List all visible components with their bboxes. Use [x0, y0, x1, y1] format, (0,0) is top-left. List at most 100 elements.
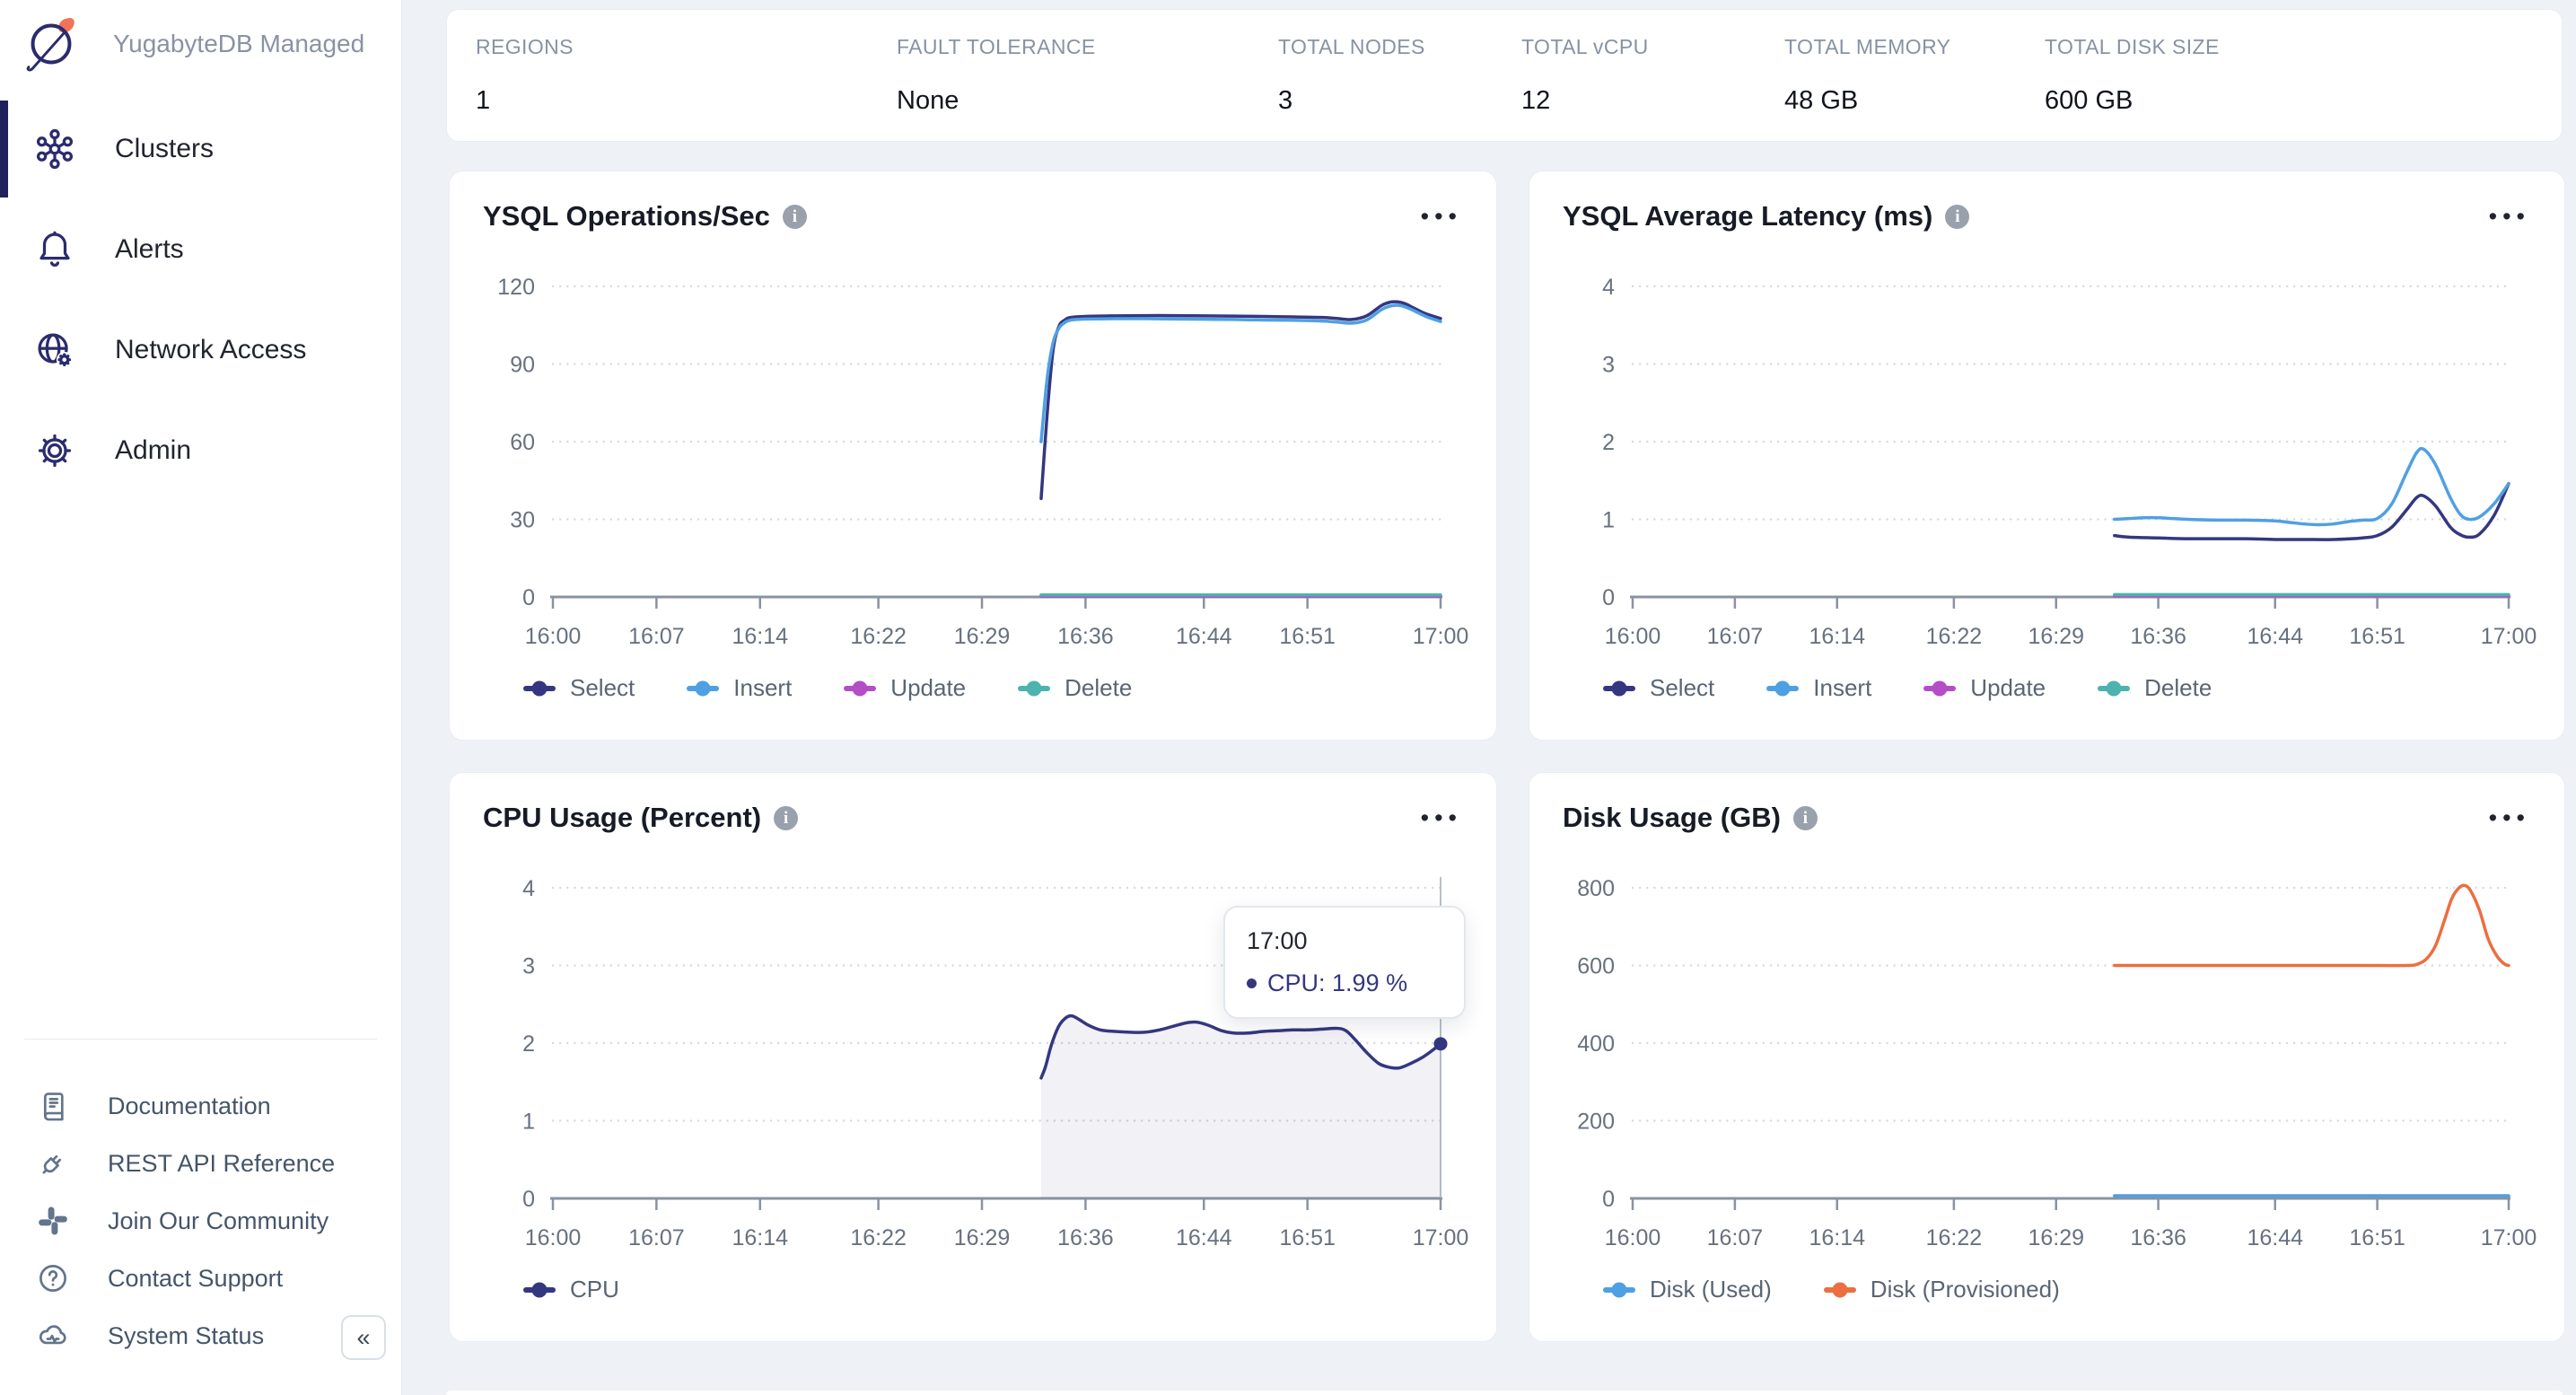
sidebar-item-alerts[interactable]: Alerts — [0, 199, 401, 300]
chart-menu-icon[interactable]: ••• — [1421, 809, 1462, 827]
sidebar-item-label: Documentation — [108, 1092, 271, 1120]
series-dot-icon — [1247, 978, 1257, 988]
legend-item[interactable]: CPU — [523, 1276, 619, 1303]
legend-marker-icon — [1766, 686, 1799, 691]
tooltip-value: CPU: 1.99 % — [1267, 969, 1407, 997]
info-icon[interactable]: i — [783, 205, 807, 229]
legend-item[interactable]: Select — [1603, 674, 1714, 702]
svg-text:16:51: 16:51 — [2349, 624, 2405, 649]
legend-item[interactable]: Select — [523, 674, 635, 702]
sidebar-item-documentation[interactable]: Documentation — [0, 1077, 401, 1135]
info-icon[interactable]: i — [774, 806, 798, 830]
svg-text:16:44: 16:44 — [1176, 1225, 1232, 1250]
legend-item[interactable]: Disk (Provisioned) — [1824, 1276, 2060, 1303]
svg-text:16:29: 16:29 — [954, 624, 1011, 649]
chart-title: CPU Usage (Percent) — [483, 802, 761, 834]
chart-menu-icon[interactable]: ••• — [2489, 809, 2530, 827]
legend-item[interactable]: Disk (Used) — [1603, 1276, 1772, 1303]
stat-total-disk-size: TOTAL DISK SIZE 600 GB — [2045, 35, 2562, 141]
svg-text:16:36: 16:36 — [1057, 624, 1114, 649]
svg-text:3: 3 — [522, 954, 535, 979]
yugabytedb-logo-icon — [22, 14, 81, 74]
svg-text:17:00: 17:00 — [2481, 624, 2537, 649]
stat-value: 600 GB — [2045, 86, 2562, 116]
next-card-top-edge — [446, 1391, 2563, 1395]
stat-label: TOTAL vCPU — [1521, 35, 1784, 59]
plug-icon — [36, 1146, 70, 1180]
svg-text:16:22: 16:22 — [1926, 624, 1983, 649]
svg-text:16:00: 16:00 — [525, 624, 582, 649]
stat-label: FAULT TOLERANCE — [897, 35, 1278, 59]
sidebar-item-clusters[interactable]: Clusters — [0, 99, 401, 199]
sidebar-item-label: Network Access — [115, 335, 306, 365]
svg-text:16:07: 16:07 — [628, 1225, 685, 1250]
svg-text:16:44: 16:44 — [2247, 1225, 2303, 1250]
legend-marker-icon — [844, 686, 876, 691]
sidebar-item-rest-api-reference[interactable]: REST API Reference — [0, 1135, 401, 1192]
stat-total-memory: TOTAL MEMORY 48 GB — [1784, 35, 2045, 141]
svg-text:16:22: 16:22 — [1926, 1225, 1983, 1250]
svg-text:0: 0 — [522, 1187, 535, 1212]
info-icon[interactable]: i — [1793, 806, 1818, 830]
cloud-status-icon — [36, 1319, 70, 1353]
question-circle-icon — [36, 1261, 70, 1295]
ysql-latency-chart: 0123416:0016:0716:1416:2216:2916:3616:44… — [1529, 171, 2564, 740]
sidebar-item-join-our-community[interactable]: Join Our Community — [0, 1192, 401, 1250]
legend-marker-icon — [1923, 686, 1956, 691]
sidebar-collapse-button[interactable]: « — [341, 1315, 386, 1360]
stat-label: TOTAL NODES — [1278, 35, 1521, 59]
stat-value: 48 GB — [1784, 86, 2045, 116]
sidebar-item-contact-support[interactable]: Contact Support — [0, 1250, 401, 1307]
sidebar-item-admin[interactable]: Admin — [0, 400, 401, 501]
svg-text:2: 2 — [522, 1031, 535, 1057]
svg-text:200: 200 — [1577, 1110, 1615, 1135]
sidebar-item-label: System Status — [108, 1322, 264, 1350]
cluster-summary-bar: REGIONS 1 FAULT TOLERANCE None TOTAL NOD… — [446, 9, 2563, 142]
svg-text:4: 4 — [1602, 275, 1615, 300]
collapse-chevrons-icon: « — [356, 1324, 370, 1352]
svg-text:16:14: 16:14 — [1809, 1225, 1865, 1250]
stat-value: 1 — [476, 86, 897, 116]
chart-legend: CPU — [523, 1276, 619, 1303]
svg-text:17:00: 17:00 — [2481, 1225, 2537, 1250]
sidebar-divider — [24, 1039, 377, 1040]
legend-marker-icon — [1824, 1287, 1856, 1293]
svg-text:16:07: 16:07 — [628, 624, 685, 649]
svg-text:16:29: 16:29 — [954, 1225, 1011, 1250]
chart-menu-icon[interactable]: ••• — [1421, 207, 1462, 225]
svg-text:800: 800 — [1577, 876, 1615, 901]
stat-value: 3 — [1278, 86, 1521, 116]
legend-marker-icon — [1603, 686, 1635, 691]
legend-item[interactable]: Insert — [687, 674, 792, 702]
svg-text:0: 0 — [1602, 1187, 1615, 1212]
svg-text:16:22: 16:22 — [850, 1225, 907, 1250]
legend-item[interactable]: Update — [1923, 674, 2046, 702]
svg-text:2: 2 — [1602, 430, 1615, 455]
svg-text:17:00: 17:00 — [1413, 1225, 1469, 1250]
info-icon[interactable]: i — [1945, 205, 1969, 229]
legend-marker-icon — [1018, 686, 1050, 691]
legend-item[interactable]: Delete — [1018, 674, 1132, 702]
chart-card-cpu-usage: CPU Usage (Percent) i ••• 0123416:0016:0… — [449, 772, 1497, 1342]
sidebar-footer: Documentation REST API Reference — [0, 1039, 401, 1364]
legend-item[interactable]: Delete — [2098, 674, 2212, 702]
sidebar-item-label: REST API Reference — [108, 1150, 335, 1178]
chart-menu-icon[interactable]: ••• — [2489, 207, 2530, 225]
stat-regions: REGIONS 1 — [476, 35, 897, 141]
stat-value: None — [897, 86, 1278, 116]
stat-value: 12 — [1521, 86, 1784, 116]
svg-text:4: 4 — [522, 876, 535, 901]
chart-tooltip: 17:00 CPU: 1.99 % — [1223, 906, 1466, 1019]
svg-text:17:00: 17:00 — [1413, 624, 1469, 649]
stat-total-nodes: TOTAL NODES 3 — [1278, 35, 1521, 141]
svg-text:16:00: 16:00 — [1605, 624, 1661, 649]
globe-gear-icon — [34, 329, 75, 371]
legend-item[interactable]: Update — [844, 674, 966, 702]
legend-item[interactable]: Insert — [1766, 674, 1871, 702]
sidebar: YugabyteDB Managed Clusters — [0, 0, 402, 1395]
svg-text:16:00: 16:00 — [525, 1225, 582, 1250]
sidebar-item-network-access[interactable]: Network Access — [0, 300, 401, 400]
sidebar-nav: Clusters Alerts — [0, 99, 401, 501]
svg-text:16:14: 16:14 — [1809, 624, 1865, 649]
svg-text:400: 400 — [1577, 1031, 1615, 1057]
